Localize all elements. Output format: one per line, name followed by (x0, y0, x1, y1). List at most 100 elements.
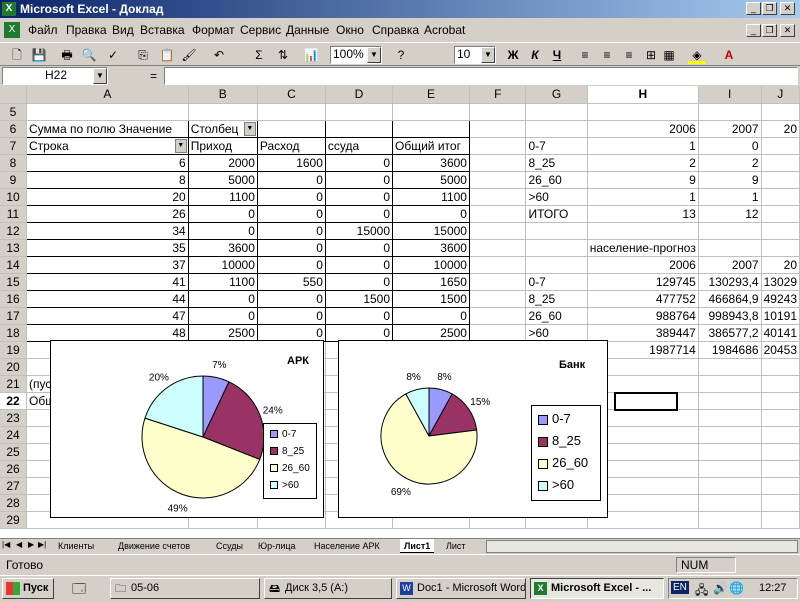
cell[interactable] (587, 103, 699, 121)
row-header[interactable]: 17 (0, 307, 28, 325)
cell[interactable]: 0 (392, 205, 470, 223)
cell[interactable]: 26_60 (525, 307, 588, 325)
pie-chart-ark[interactable]: 7% 24% 49% 20% АРК 0-7 8_25 26_60 >60 (50, 340, 324, 518)
row-header[interactable]: 21 (0, 375, 28, 393)
column-header[interactable]: H (587, 86, 699, 104)
cell[interactable]: 550 (257, 273, 326, 291)
row-header[interactable]: 18 (0, 324, 28, 342)
menu-item-8[interactable]: Справка (372, 20, 419, 40)
cell[interactable]: 8_25 (525, 154, 588, 172)
cell[interactable]: 10000 (392, 256, 470, 274)
preview-icon[interactable]: 🔍 (80, 46, 98, 64)
cell[interactable]: 1100 (188, 273, 258, 291)
show-desktop-icon[interactable]: 🗔 (72, 580, 90, 597)
cell[interactable] (761, 188, 800, 206)
row-header[interactable]: 29 (0, 511, 28, 529)
cell[interactable] (761, 443, 800, 461)
cell[interactable]: 2 (698, 154, 762, 172)
borders-icon[interactable]: ▦ (660, 46, 678, 64)
select-all-corner[interactable] (0, 86, 28, 104)
cell[interactable]: 8 (26, 171, 189, 189)
cell[interactable]: 5000 (188, 171, 258, 189)
cell[interactable] (698, 103, 762, 121)
cell[interactable] (324, 119, 394, 138)
cell[interactable]: 41 (26, 273, 189, 291)
cell[interactable]: Сумма по полю Значение (26, 119, 189, 138)
cell[interactable]: 0 (325, 171, 394, 189)
cell[interactable]: 0 (325, 154, 394, 172)
taskbar-item-drive[interactable]: 🖴 Диск 3,5 (A:) (264, 578, 392, 599)
taskbar-item-excel[interactable]: X Microsoft Excel - ... (530, 578, 664, 599)
row-header[interactable]: 11 (0, 205, 28, 223)
cell[interactable]: 2500 (392, 324, 470, 342)
start-button[interactable]: Пуск (2, 578, 54, 599)
zoom-select[interactable]: 100% ▼ (330, 46, 382, 64)
column-header[interactable]: D (325, 86, 394, 104)
cell[interactable] (587, 222, 699, 240)
cell[interactable]: 477752 (587, 290, 699, 308)
cell[interactable] (525, 222, 588, 240)
cell[interactable]: 13029 (761, 273, 800, 291)
sort-icon[interactable]: ⇅ (274, 46, 292, 64)
sheet-tab[interactable]: Лист (442, 539, 470, 553)
cell[interactable] (761, 375, 800, 393)
column-header[interactable]: E (392, 86, 470, 104)
autosum-icon[interactable]: Σ (250, 46, 268, 64)
sheet-tab[interactable]: Ссуды (212, 539, 247, 553)
cell[interactable]: 13 (587, 205, 699, 223)
cell[interactable]: 0 (325, 307, 394, 325)
cell[interactable]: 2007 (698, 256, 762, 274)
cell[interactable] (698, 443, 762, 461)
cell[interactable]: 6 (26, 154, 189, 172)
cell[interactable] (761, 205, 800, 223)
cell[interactable]: 0 (325, 324, 394, 342)
bold-button[interactable]: Ж (504, 46, 522, 64)
cell[interactable]: 15000 (392, 222, 470, 240)
cell[interactable] (761, 426, 800, 444)
cell[interactable] (698, 375, 762, 393)
tab-scroll-last-icon[interactable]: ▶| (38, 540, 46, 549)
formula-input[interactable] (164, 67, 798, 85)
cell[interactable]: 0 (257, 205, 326, 223)
cell[interactable]: 1 (698, 188, 762, 206)
row-header[interactable]: 23 (0, 409, 28, 427)
print-icon[interactable]: 🖶 (58, 46, 76, 64)
cell[interactable]: 26 (26, 205, 189, 223)
maximize-button[interactable]: ❐ (762, 2, 777, 15)
align-right-icon[interactable]: ≡ (620, 46, 638, 64)
cell[interactable]: 35 (26, 239, 189, 257)
cell[interactable] (698, 426, 762, 444)
sheet-tab[interactable]: Лист1 (400, 539, 435, 553)
cell[interactable]: Приход (187, 137, 258, 155)
cell[interactable]: 20 (761, 120, 800, 138)
chevron-down-icon[interactable]: ▼ (243, 121, 256, 136)
cell[interactable]: 0 (325, 188, 394, 206)
chevron-down-icon[interactable]: ▼ (174, 138, 187, 153)
cell[interactable]: 386577,2 (698, 324, 762, 342)
cell[interactable] (698, 494, 762, 512)
cell[interactable]: 48 (26, 324, 189, 342)
cell[interactable]: 0-7 (525, 137, 588, 155)
cell[interactable] (761, 477, 800, 495)
cell[interactable]: 26_60 (525, 171, 588, 189)
undo-icon[interactable]: ↶ (210, 46, 228, 64)
cell[interactable]: >60 (525, 324, 588, 342)
tab-scroll-prev-icon[interactable]: ◀ (16, 540, 22, 549)
cell[interactable]: 3600 (188, 239, 258, 257)
cell[interactable]: население-прогноз (587, 239, 699, 257)
cell[interactable]: 0 (257, 290, 326, 308)
cell[interactable]: 44 (26, 290, 189, 308)
chart-wizard-icon[interactable]: 📊 (302, 46, 320, 64)
cell[interactable]: 389447 (587, 324, 699, 342)
cell[interactable]: 988764 (587, 307, 699, 325)
chevron-down-icon[interactable]: ▼ (93, 68, 107, 84)
align-center-icon[interactable]: ≡ (598, 46, 616, 64)
cell[interactable]: 0 (325, 239, 394, 257)
menu-item-0[interactable]: Файл (28, 20, 58, 40)
worksheet-grid[interactable]: A B C D E F G H I J 5 6 Сумма по полю Значение Столбе… (0, 86, 800, 538)
menu-item-3[interactable]: Вставка (140, 20, 185, 40)
column-header[interactable]: A (26, 86, 189, 104)
cell[interactable]: 1100 (188, 188, 258, 206)
row-header[interactable]: 5 (0, 103, 28, 121)
cell[interactable]: 1600 (257, 154, 326, 172)
